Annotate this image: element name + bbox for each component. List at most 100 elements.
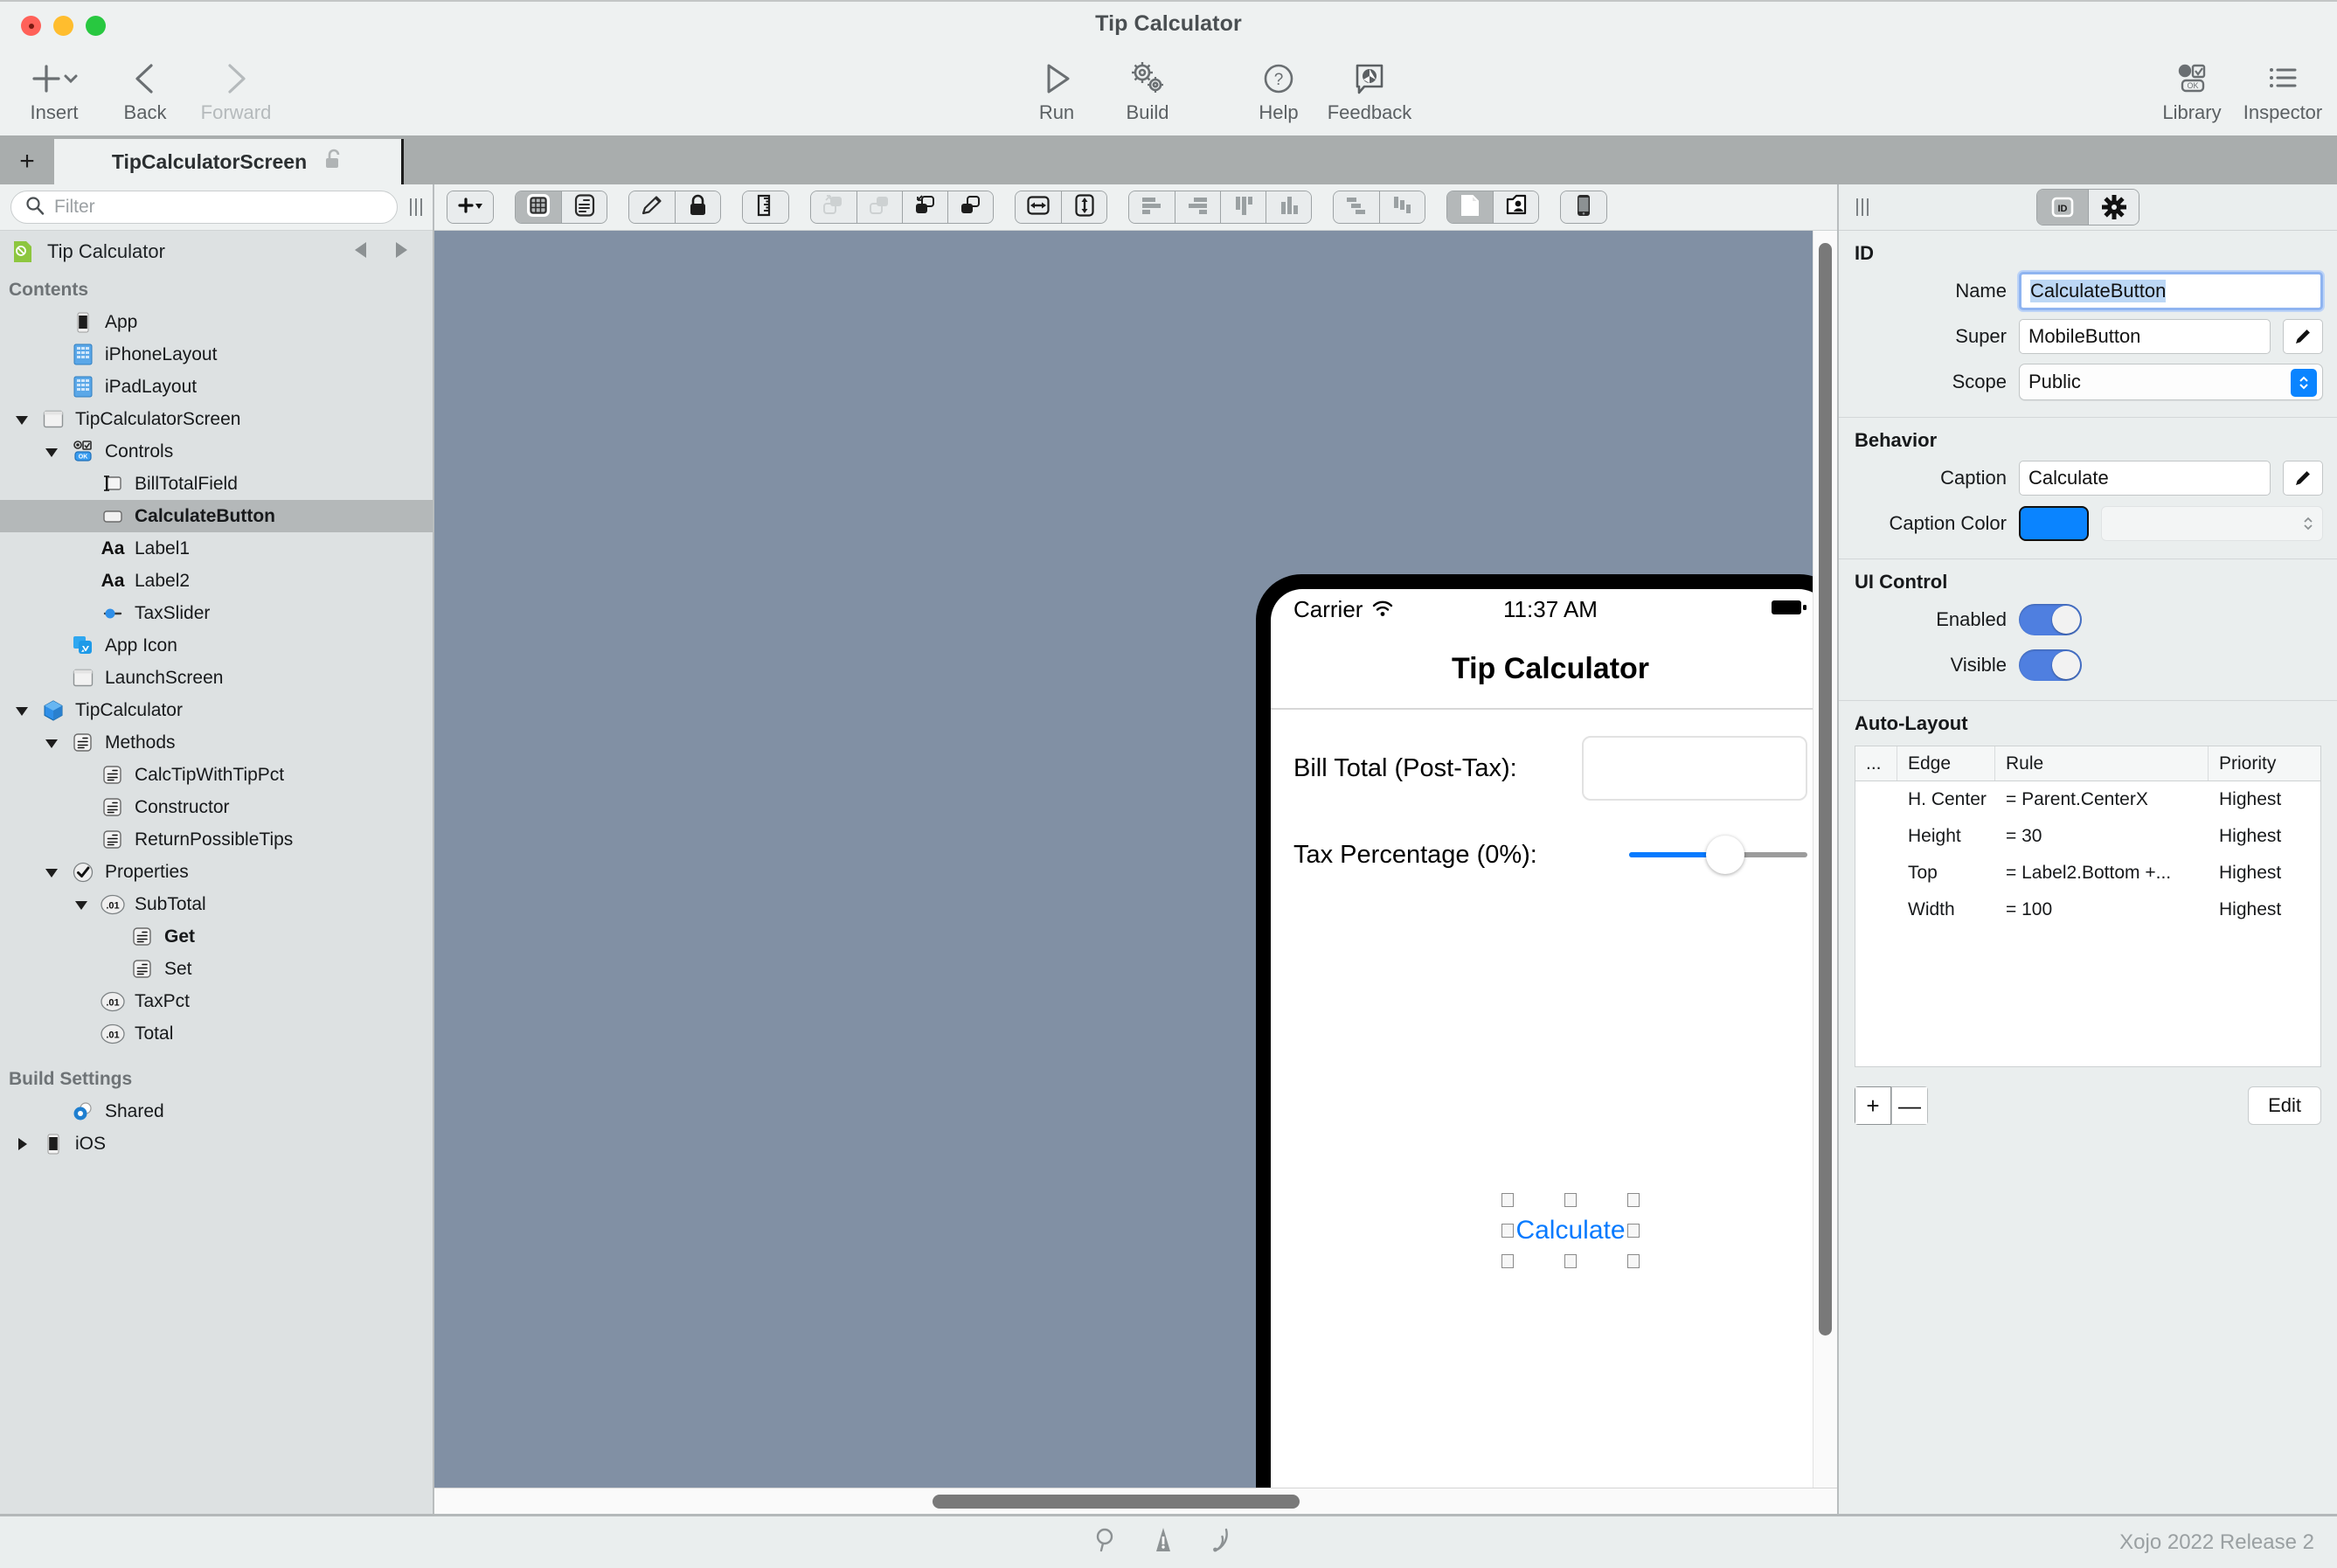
resize-handle-e[interactable] [1627, 1224, 1640, 1238]
feedback-button[interactable]: Feedback [1324, 54, 1415, 122]
tab-tipcalculatorscreen[interactable]: TipCalculatorScreen [54, 139, 404, 184]
tree-item-taxslider[interactable]: TaxSlider [0, 597, 433, 629]
disclosure-triangle-icon[interactable] [12, 412, 31, 427]
add-dropdown-button[interactable] [447, 191, 493, 223]
grip-icon[interactable] [410, 198, 422, 216]
sidebar-back-button[interactable] [352, 240, 370, 264]
add-tab-button[interactable]: + [0, 139, 54, 184]
pencil-icon[interactable] [2283, 461, 2323, 496]
caption-color-swatch[interactable] [2019, 506, 2089, 541]
autolayout-row[interactable]: H. Center = Parent.CenterX Highest [1855, 781, 2320, 818]
project-header-row[interactable]: Tip Calculator [0, 231, 433, 273]
enabled-toggle[interactable] [2019, 604, 2082, 635]
tree-item-methods[interactable]: Methods [0, 726, 433, 759]
inspector-button[interactable]: Inspector [2237, 54, 2328, 122]
tree-item-shared[interactable]: Shared [0, 1095, 433, 1127]
fit-width-button[interactable] [1016, 191, 1061, 223]
taxslider[interactable] [1629, 836, 1807, 874]
device-iphone-button[interactable] [1561, 191, 1606, 223]
tree-item-tipcalculatorscreen[interactable]: TipCalculatorScreen [0, 403, 433, 435]
resize-handle-se[interactable] [1627, 1254, 1640, 1268]
billtotalfield-input[interactable] [1582, 736, 1807, 801]
tree-item-set[interactable]: Set [0, 953, 433, 985]
distribute-h-button[interactable] [1334, 191, 1379, 223]
send-back-button[interactable] [947, 191, 993, 223]
forward-button[interactable]: Forward [191, 54, 281, 122]
tree-item-ipadlayout[interactable]: iPadLayout [0, 371, 433, 403]
disclosure-triangle-icon[interactable] [12, 1136, 31, 1152]
ruler-button[interactable] [743, 191, 788, 223]
send-backward-button[interactable] [902, 191, 947, 223]
pencil-button[interactable] [629, 191, 675, 223]
landscape-button[interactable] [1493, 191, 1538, 223]
pencil-icon[interactable] [2283, 319, 2323, 354]
tab-settings[interactable] [2088, 190, 2139, 225]
tree-item-taxpct[interactable]: .01 TaxPct [0, 985, 433, 1017]
resize-handle-nw[interactable] [1501, 1193, 1514, 1207]
tab-id[interactable]: ID [2037, 190, 2088, 225]
caption-field[interactable]: Calculate [2019, 461, 2271, 496]
tree-item-constructor[interactable]: Constructor [0, 791, 433, 823]
tree-item-subtotal[interactable]: .01 SubTotal [0, 888, 433, 920]
grid-view-button[interactable] [516, 191, 561, 223]
distribute-v-button[interactable] [1379, 191, 1425, 223]
autolayout-row[interactable]: Height = 30 Highest [1855, 818, 2320, 855]
align-bottom-button[interactable] [1266, 191, 1311, 223]
tree-item-launchscreen[interactable]: LaunchScreen [0, 662, 433, 694]
super-field[interactable]: MobileButton [2019, 319, 2271, 354]
layout-canvas[interactable]: Carrier 11:37 AM Tip Calculator Bill Tot… [434, 231, 1837, 1488]
tree-item-iphonelayout[interactable]: iPhoneLayout [0, 338, 433, 371]
lock-button[interactable] [675, 191, 720, 223]
autolayout-row[interactable]: Top = Label2.Bottom +... Highest [1855, 855, 2320, 892]
search-input[interactable]: Filter [10, 191, 398, 224]
align-vcenter-button[interactable] [1220, 191, 1266, 223]
broadcast-icon[interactable] [1210, 1527, 1232, 1558]
project-tree[interactable]: Contents App iPhoneLayout iPadLayout TipCal… [0, 273, 433, 1514]
edit-constraints-button[interactable]: Edit [2248, 1086, 2321, 1125]
library-button[interactable]: OK Library [2146, 54, 2237, 122]
disclosure-triangle-icon[interactable] [12, 703, 31, 718]
tree-item-properties[interactable]: Properties [0, 856, 433, 888]
list-view-button[interactable] [561, 191, 607, 223]
grip-icon[interactable] [1856, 198, 1869, 216]
align-right-button[interactable] [1175, 191, 1220, 223]
add-constraint-button[interactable]: + [1855, 1086, 1891, 1125]
canvas-vscroll-thumb[interactable] [1819, 243, 1832, 1336]
canvas-vertical-scrollbar[interactable] [1813, 231, 1837, 1488]
tree-item-total[interactable]: .01 Total [0, 1017, 433, 1050]
tree-item-controls[interactable]: OK Controls [0, 435, 433, 468]
tree-item-calculatebutton[interactable]: CalculateButton [0, 500, 433, 532]
disclosure-triangle-icon[interactable] [42, 864, 61, 880]
sidebar-forward-button[interactable] [392, 240, 410, 264]
search-icon[interactable] [1094, 1527, 1117, 1558]
tree-item-app[interactable]: App [0, 306, 433, 338]
tree-item-tipcalculator[interactable]: TipCalculator [0, 694, 433, 726]
tree-item-label1[interactable]: Aa Label1 [0, 532, 433, 565]
disclosure-triangle-icon[interactable] [42, 735, 61, 751]
disclosure-triangle-icon[interactable] [42, 444, 61, 460]
remove-constraint-button[interactable]: — [1891, 1086, 1928, 1125]
tree-item-billtotalfield[interactable]: BillTotalField [0, 468, 433, 500]
autolayout-row[interactable]: Width = 100 Highest [1855, 892, 2320, 928]
resize-handle-ne[interactable] [1627, 1193, 1640, 1207]
back-button[interactable]: Back [100, 54, 191, 122]
warning-icon[interactable] [1152, 1527, 1175, 1558]
slider-knob[interactable] [1706, 836, 1744, 874]
calculatebutton-selection[interactable]: Calculate [1501, 1193, 1640, 1268]
disclosure-triangle-icon[interactable] [72, 897, 91, 912]
portrait-button[interactable] [1447, 191, 1493, 223]
canvas-hscroll-thumb[interactable] [933, 1495, 1300, 1509]
tree-item-get[interactable]: Get [0, 920, 433, 953]
tree-item-app-icon[interactable]: App Icon [0, 629, 433, 662]
canvas-horizontal-scrollbar[interactable] [434, 1488, 1837, 1514]
resize-handle-w[interactable] [1501, 1224, 1514, 1238]
resize-handle-sw[interactable] [1501, 1254, 1514, 1268]
unlock-icon[interactable] [324, 148, 343, 176]
fit-height-button[interactable] [1061, 191, 1106, 223]
caption-color-select[interactable] [2101, 506, 2323, 541]
run-button[interactable]: Run [1011, 54, 1102, 122]
bring-forward-button[interactable] [811, 191, 856, 223]
tree-item-label2[interactable]: Aa Label2 [0, 565, 433, 597]
help-button[interactable]: ? Help [1233, 54, 1324, 122]
autolayout-table[interactable]: ... Edge Rule Priority H. Center = Parent… [1855, 746, 2321, 1067]
